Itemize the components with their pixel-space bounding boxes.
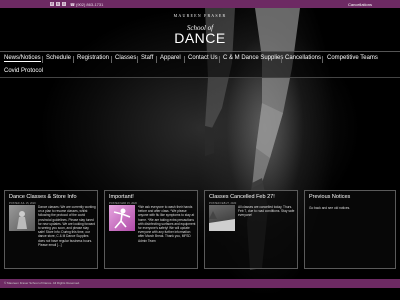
nav-registration[interactable]: Registration: [77, 55, 109, 61]
news-panel-dance-classes[interactable]: Dance Classes & Store Info POSTED JUL 15…: [4, 190, 98, 269]
nav-divider: [281, 56, 282, 63]
top-cancellations-link[interactable]: Cancellations: [348, 2, 372, 7]
phone-text: (902) 863-1731: [75, 1, 104, 7]
nav-divider: [322, 56, 323, 63]
nav-dance-supplies[interactable]: C & M Dance Supplies: [223, 55, 283, 61]
news-panel-important[interactable]: Important! POSTED MAR 15, 2020 *We ask e…: [104, 190, 198, 269]
nav-divider: [111, 56, 112, 63]
dancer-silhouette-image: [113, 208, 131, 229]
logo-dance: DANCE: [174, 30, 226, 46]
panel-thumbnail[interactable]: [109, 205, 135, 231]
nav-staff[interactable]: Staff: [141, 55, 153, 61]
panel-body: *We ask everyone to wash their hands bef…: [138, 205, 196, 243]
nav-news-notices[interactable]: News/Notices: [4, 55, 41, 62]
top-bar: f t i ☎ (902) 863-1731 Cancellations: [0, 0, 400, 8]
nav-divider: [156, 56, 157, 63]
nav-apparel[interactable]: Apparel: [160, 55, 181, 61]
panel-title[interactable]: Classes Cancelled Feb 27!: [209, 194, 275, 200]
phone-icon: ☎: [70, 1, 75, 7]
nav-divider: [42, 56, 43, 63]
main-navigation: News/Notices Schedule Registration Class…: [0, 51, 400, 78]
nav-divider: [219, 56, 220, 63]
phone-number: ☎ (902) 863-1731: [70, 2, 103, 7]
nav-contact-us[interactable]: Contact Us: [188, 55, 218, 61]
facebook-icon[interactable]: f: [50, 2, 54, 6]
nav-schedule[interactable]: Schedule: [46, 55, 71, 61]
page: f t i ☎ (902) 863-1731 Cancellations MAU…: [0, 0, 400, 300]
instagram-icon[interactable]: i: [62, 2, 66, 6]
panel-title[interactable]: Dance Classes & Store Info: [9, 194, 77, 200]
nav-covid-protocol[interactable]: Covid Protocol: [4, 68, 43, 74]
panel-thumbnail[interactable]: [9, 205, 35, 231]
nav-divider: [184, 56, 185, 63]
nav-divider: [137, 56, 138, 63]
panel-title[interactable]: Important!: [109, 194, 134, 200]
nav-cancellations[interactable]: Cancellations: [285, 55, 321, 61]
logo-owner-name: MAUREEN FRASER: [173, 13, 227, 18]
panel-body: Dance classes: We are currently working …: [38, 205, 96, 247]
panel-body: All classes are cancelled today, Thurs. …: [238, 205, 295, 218]
social-links: f t i: [50, 2, 66, 6]
panel-title[interactable]: Previous Notices: [309, 194, 350, 200]
nav-classes[interactable]: Classes: [115, 55, 136, 61]
panel-thumbnail[interactable]: [209, 205, 235, 231]
dancer-thumbnail-image: [17, 211, 27, 229]
panel-body[interactable]: Go back and see old notices.: [309, 206, 393, 226]
site-logo[interactable]: MAUREEN FRASER School of DANCE: [150, 13, 250, 46]
twitter-icon[interactable]: t: [56, 2, 60, 6]
footer-copyright: © Maureen Fraser School of Dance. All Ri…: [4, 281, 80, 285]
news-panel-previous-notices[interactable]: Previous Notices Go back and see old not…: [304, 190, 396, 269]
nav-competitive-teams[interactable]: Competitive Teams: [327, 55, 378, 61]
snowy-road-thumbnail-image: [209, 211, 235, 231]
news-panel-classes-cancelled[interactable]: Classes Cancelled Feb 27! POSTED FEB 27,…: [204, 190, 298, 269]
nav-divider: [73, 56, 74, 63]
